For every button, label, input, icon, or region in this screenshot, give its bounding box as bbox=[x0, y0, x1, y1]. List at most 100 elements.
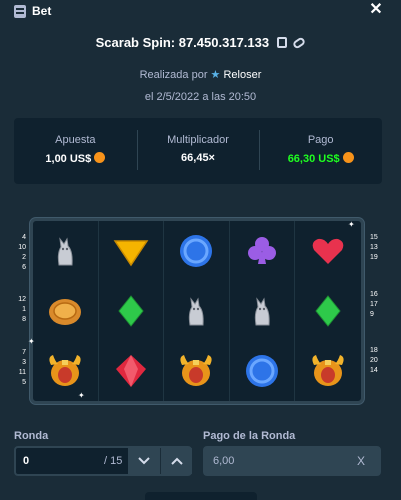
club-symbol-icon bbox=[248, 237, 277, 264]
payline-number: 4 bbox=[22, 234, 26, 241]
placed-by-row: Realizada por ★ Reloser bbox=[0, 68, 401, 81]
round-decrement-button[interactable] bbox=[128, 448, 160, 474]
sparkle-icon: ✦ bbox=[78, 391, 85, 400]
payline-number: 2 bbox=[22, 254, 26, 261]
stat-payout: Pago 66,30 US$ bbox=[259, 118, 382, 184]
round-increment-button[interactable] bbox=[160, 448, 192, 474]
game-id-text: Scarab Spin: 87.450.317.133 bbox=[95, 35, 270, 51]
paylines-right-bottom: 18 20 14 bbox=[370, 346, 384, 376]
reel-cell bbox=[99, 341, 165, 401]
game-id-row: Scarab Spin: 87.450.317.133 bbox=[0, 34, 401, 50]
reel-cell bbox=[295, 281, 361, 341]
vip-star-icon: ★ bbox=[210, 69, 221, 81]
reel-grid bbox=[33, 221, 361, 401]
ticket-icon bbox=[14, 5, 26, 18]
bet-value-row: 1,00 US$ bbox=[14, 152, 137, 165]
cat-symbol-icon bbox=[189, 297, 205, 326]
modal-title: Bet bbox=[32, 4, 52, 18]
payline-number: 20 bbox=[370, 357, 378, 364]
payline-number: 15 bbox=[370, 234, 378, 241]
reel-cell bbox=[99, 281, 165, 341]
payline-number: 11 bbox=[18, 369, 26, 376]
round-total: / 15 bbox=[104, 455, 123, 467]
reel-cell bbox=[164, 281, 230, 341]
diamond-symbol-icon bbox=[315, 295, 341, 327]
paylines-left-bottom: 7 3 11 5 bbox=[16, 348, 26, 388]
coin-symbol-icon bbox=[49, 299, 82, 325]
diamond-symbol-icon bbox=[118, 295, 144, 327]
reel-cell bbox=[164, 341, 230, 401]
payline-number: 7 bbox=[22, 349, 26, 356]
chevron-down-icon bbox=[138, 457, 150, 465]
scarab-symbol-icon bbox=[49, 355, 81, 386]
payout-label: Pago bbox=[307, 134, 334, 146]
reel-cell bbox=[230, 341, 296, 401]
round-label: Ronda bbox=[14, 430, 49, 442]
round-stepper[interactable]: 0 / 15 bbox=[14, 446, 192, 476]
payline-number: 17 bbox=[370, 301, 378, 308]
payline-number: 9 bbox=[370, 311, 374, 318]
username-link[interactable]: Reloser bbox=[223, 69, 261, 81]
heart-symbol-icon bbox=[312, 238, 344, 264]
payline-number: 19 bbox=[370, 254, 378, 261]
scarab-symbol-icon bbox=[312, 355, 344, 386]
paylines-left-mid: 12 1 8 bbox=[16, 295, 26, 325]
payline-number: 18 bbox=[370, 347, 378, 354]
payline-number: 13 bbox=[370, 244, 378, 251]
bet-stats-panel: Apuesta 1,00 US$ Multiplicador 66,45× Pa… bbox=[14, 118, 382, 184]
paylines-left-top: 4 10 2 6 bbox=[16, 233, 26, 273]
cat-symbol-icon bbox=[254, 297, 270, 326]
multiplier-label: Multiplicador bbox=[167, 134, 229, 146]
payline-number: 12 bbox=[18, 296, 26, 303]
bitcoin-icon bbox=[94, 152, 106, 163]
reel-cell bbox=[33, 221, 99, 281]
payline-number: 1 bbox=[22, 306, 26, 313]
reel-cell bbox=[295, 341, 361, 401]
clear-icon[interactable]: X bbox=[357, 454, 365, 468]
reel-cell bbox=[230, 281, 296, 341]
bet-value: 1,00 US$ bbox=[45, 153, 92, 165]
triangle-symbol-icon bbox=[113, 240, 149, 267]
bet-date: el 2/5/2022 a las 20:50 bbox=[144, 91, 257, 103]
reel-cell bbox=[99, 221, 165, 281]
reel-cell bbox=[164, 221, 230, 281]
payline-number: 14 bbox=[370, 367, 378, 374]
chevron-up-icon bbox=[170, 457, 183, 465]
stat-multiplier: Multiplicador 66,45× bbox=[136, 118, 260, 184]
payline-number: 3 bbox=[22, 359, 26, 366]
payout-value: 66,30 US$ bbox=[287, 153, 340, 165]
payout-value-row: 66,30 US$ bbox=[259, 152, 382, 165]
multiplier-value: 66,45× bbox=[181, 152, 215, 164]
round-payout-field[interactable]: 6,00 X bbox=[203, 446, 381, 476]
sparkle-icon: ✦ bbox=[28, 337, 35, 346]
payline-number: 10 bbox=[18, 244, 26, 251]
round-value[interactable]: 0 bbox=[23, 455, 29, 467]
bet-label: Apuesta bbox=[55, 134, 96, 146]
blue-circle-symbol-icon bbox=[246, 355, 279, 387]
bitcoin-icon bbox=[342, 152, 354, 163]
link-icon[interactable] bbox=[292, 35, 307, 50]
bottom-button[interactable] bbox=[145, 492, 257, 500]
reel-grid-frame bbox=[30, 218, 364, 404]
reel-cell bbox=[33, 341, 99, 401]
modal-header: Bet ✕ bbox=[0, 0, 401, 24]
scarab-symbol-icon bbox=[180, 355, 213, 386]
stat-bet: Apuesta 1,00 US$ bbox=[14, 118, 137, 184]
reel-cell bbox=[33, 281, 99, 341]
round-payout-value: 6,00 bbox=[213, 455, 235, 467]
reel-cell bbox=[295, 221, 361, 281]
sparkle-icon: ✦ bbox=[348, 220, 355, 229]
blue-circle-symbol-icon bbox=[180, 235, 213, 267]
payline-number: 5 bbox=[22, 379, 26, 386]
payline-number: 16 bbox=[370, 291, 378, 298]
close-icon[interactable]: ✕ bbox=[368, 2, 384, 18]
copy-icon[interactable] bbox=[276, 37, 287, 49]
round-payout-label: Pago de la Ronda bbox=[203, 430, 296, 442]
cat-symbol-icon bbox=[58, 237, 73, 266]
payline-number: 6 bbox=[22, 264, 26, 271]
placed-by-label: Realizada por bbox=[139, 69, 208, 81]
reel-cell bbox=[230, 221, 296, 281]
paylines-right-mid: 16 17 9 bbox=[370, 290, 384, 320]
paylines-right-top: 15 13 19 bbox=[370, 233, 384, 263]
payline-number: 8 bbox=[22, 316, 26, 323]
